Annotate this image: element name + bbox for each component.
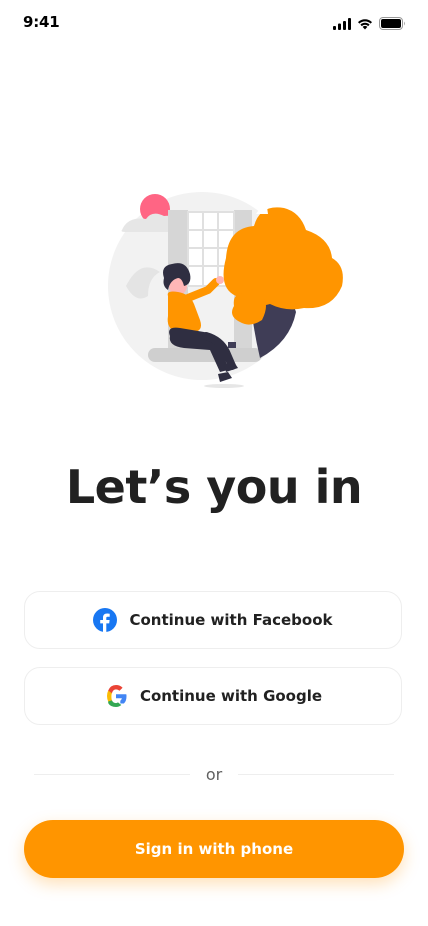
status-time: 9:41 [23,13,60,31]
status-icons [333,15,406,34]
facebook-icon [93,608,118,632]
woman-reading-by-window-illustration [100,186,350,392]
sign-in-with-phone-button[interactable]: Sign in with phone [24,820,404,878]
or-divider: or [34,762,394,786]
divider-label: or [205,764,223,784]
continue-with-facebook-button[interactable]: Continue with Facebook [24,591,402,649]
divider-line-left [34,773,190,775]
sign-in-with-phone-label: Sign in with phone [134,840,294,858]
google-icon [104,684,128,708]
page-title: Let’s you in [65,460,363,514]
continue-with-facebook-label: Continue with Facebook [129,611,333,629]
status-bar: 9:41 [0,0,428,44]
cellular-signal-icon [333,15,351,34]
battery-icon [379,15,406,34]
continue-with-google-label: Continue with Google [139,687,323,705]
continue-with-google-button[interactable]: Continue with Google [24,667,402,725]
divider-line-right [238,773,394,775]
wifi-icon [357,15,373,34]
